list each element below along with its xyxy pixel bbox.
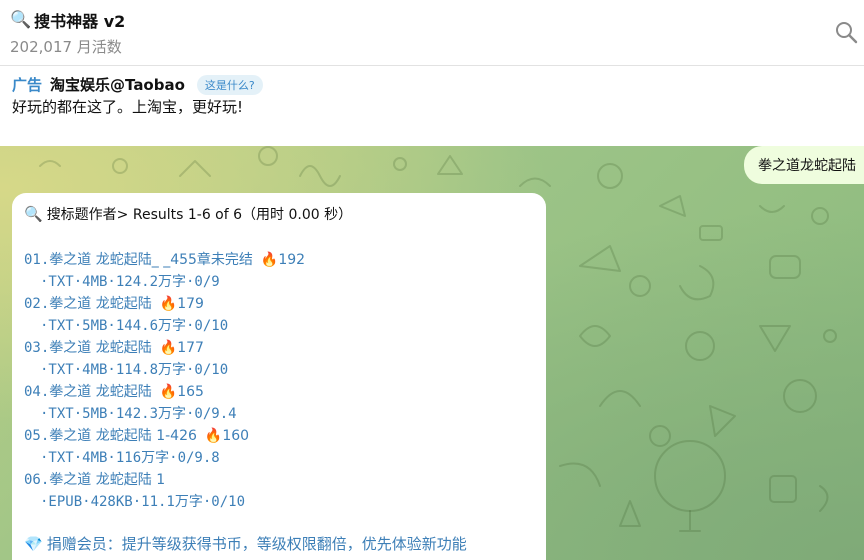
- ad-sponsor-name[interactable]: 淘宝娱乐@Taobao: [50, 74, 185, 95]
- result-heat: 192: [278, 252, 306, 268]
- ad-label: 广告: [12, 76, 43, 94]
- ad-what-is-this-button[interactable]: 这是什么?: [196, 74, 263, 95]
- result-heat: 160: [222, 428, 250, 444]
- fire-icon: 🔥: [204, 428, 223, 444]
- result-meta: ·TXT·4MB·114.8万字·0/10: [40, 362, 229, 378]
- result-header: 🔍 搜标题作者> Results 1-6 of 6（用时 0.00 秒）: [24, 203, 546, 225]
- result-heat: 179: [177, 296, 204, 312]
- result-title-link[interactable]: 拳之道 龙蛇起陆_ _455章未完结: [49, 252, 253, 268]
- result-number: 03.: [24, 340, 50, 356]
- result-title-link[interactable]: 拳之道 龙蛇起陆 1: [49, 472, 165, 488]
- result-item: 01.拳之道 龙蛇起陆_ _455章未完结 🔥192: [24, 249, 305, 271]
- result-header-text: 搜标题作者> Results 1-6 of 6（用时 0.00 秒）: [46, 207, 353, 223]
- chat-area[interactable]: 拳之道龙蛇起陆 🔍 搜标题作者> Results 1-6 of 6（用时 0.0…: [0, 146, 864, 560]
- bot-result-message[interactable]: 🔍 搜标题作者> Results 1-6 of 6（用时 0.00 秒） 01.…: [12, 193, 546, 560]
- result-title-link[interactable]: 拳之道 龙蛇起陆: [49, 384, 151, 400]
- fire-icon: 🔥: [159, 340, 178, 356]
- donate-link[interactable]: 💎 捐赠会员：提升等级获得书币，等级权限翻倍，优先体验新功能: [24, 533, 467, 554]
- outgoing-message[interactable]: 拳之道龙蛇起陆: [744, 146, 864, 184]
- donate-text: 捐赠会员：提升等级获得书币，等级权限翻倍，优先体验新功能: [46, 535, 467, 553]
- fire-icon: 🔥: [159, 384, 178, 400]
- result-item: 02.拳之道 龙蛇起陆 🔥179: [24, 293, 305, 315]
- title-row: 🔍 搜书神器 v2: [10, 8, 125, 32]
- diamond-icon: 💎: [24, 534, 43, 553]
- magnifier-icon: 🔍: [10, 10, 32, 30]
- result-meta: ·TXT·4MB·124.2万字·0/9: [40, 274, 220, 290]
- result-number: 05.: [24, 428, 50, 444]
- result-title-link[interactable]: 拳之道 龙蛇起陆 1-426: [49, 428, 197, 444]
- monthly-users: 202,017 月活数: [10, 38, 122, 56]
- result-number: 01.: [24, 252, 50, 268]
- result-title-link[interactable]: 拳之道 龙蛇起陆: [49, 296, 151, 312]
- ad-header: 广告 淘宝娱乐@Taobao 这是什么?: [12, 74, 263, 95]
- bot-title[interactable]: 搜书神器 v2: [34, 8, 125, 32]
- fire-icon: 🔥: [260, 252, 279, 268]
- result-number: 02.: [24, 296, 50, 312]
- result-heat: 177: [177, 340, 204, 356]
- result-number: 06.: [24, 472, 50, 488]
- result-number: 04.: [24, 384, 50, 400]
- result-list: 01.拳之道 龙蛇起陆_ _455章未完结 🔥192 ·TXT·4MB·124.2…: [24, 249, 305, 513]
- result-heat: 165: [177, 384, 204, 400]
- chat-header: 🔍 搜书神器 v2 202,017 月活数: [0, 0, 864, 66]
- result-meta: ·EPUB·428KB·11.1万字·0/10: [40, 494, 246, 510]
- fire-icon: 🔥: [159, 296, 178, 312]
- result-item: 05.拳之道 龙蛇起陆 1-426 🔥160: [24, 425, 305, 447]
- magnifier-icon: 🔍: [24, 205, 43, 223]
- result-meta: ·TXT·5MB·144.6万字·0/10: [40, 318, 229, 334]
- result-item: 03.拳之道 龙蛇起陆 🔥177: [24, 337, 305, 359]
- result-item: 06.拳之道 龙蛇起陆 1: [24, 469, 305, 491]
- search-icon: [836, 22, 858, 44]
- result-title-link[interactable]: 拳之道 龙蛇起陆: [49, 340, 151, 356]
- result-item: 04.拳之道 龙蛇起陆 🔥165: [24, 381, 305, 403]
- ad-text: 好玩的都在这了。上淘宝，更好玩!: [12, 98, 244, 116]
- search-button[interactable]: [834, 20, 860, 46]
- sponsored-ad[interactable]: 广告 淘宝娱乐@Taobao 这是什么? 好玩的都在这了。上淘宝，更好玩!: [0, 66, 864, 146]
- result-meta: ·TXT·5MB·142.3万字·0/9.4: [40, 406, 237, 422]
- result-meta: ·TXT·4MB·116万字·0/9.8: [40, 450, 220, 466]
